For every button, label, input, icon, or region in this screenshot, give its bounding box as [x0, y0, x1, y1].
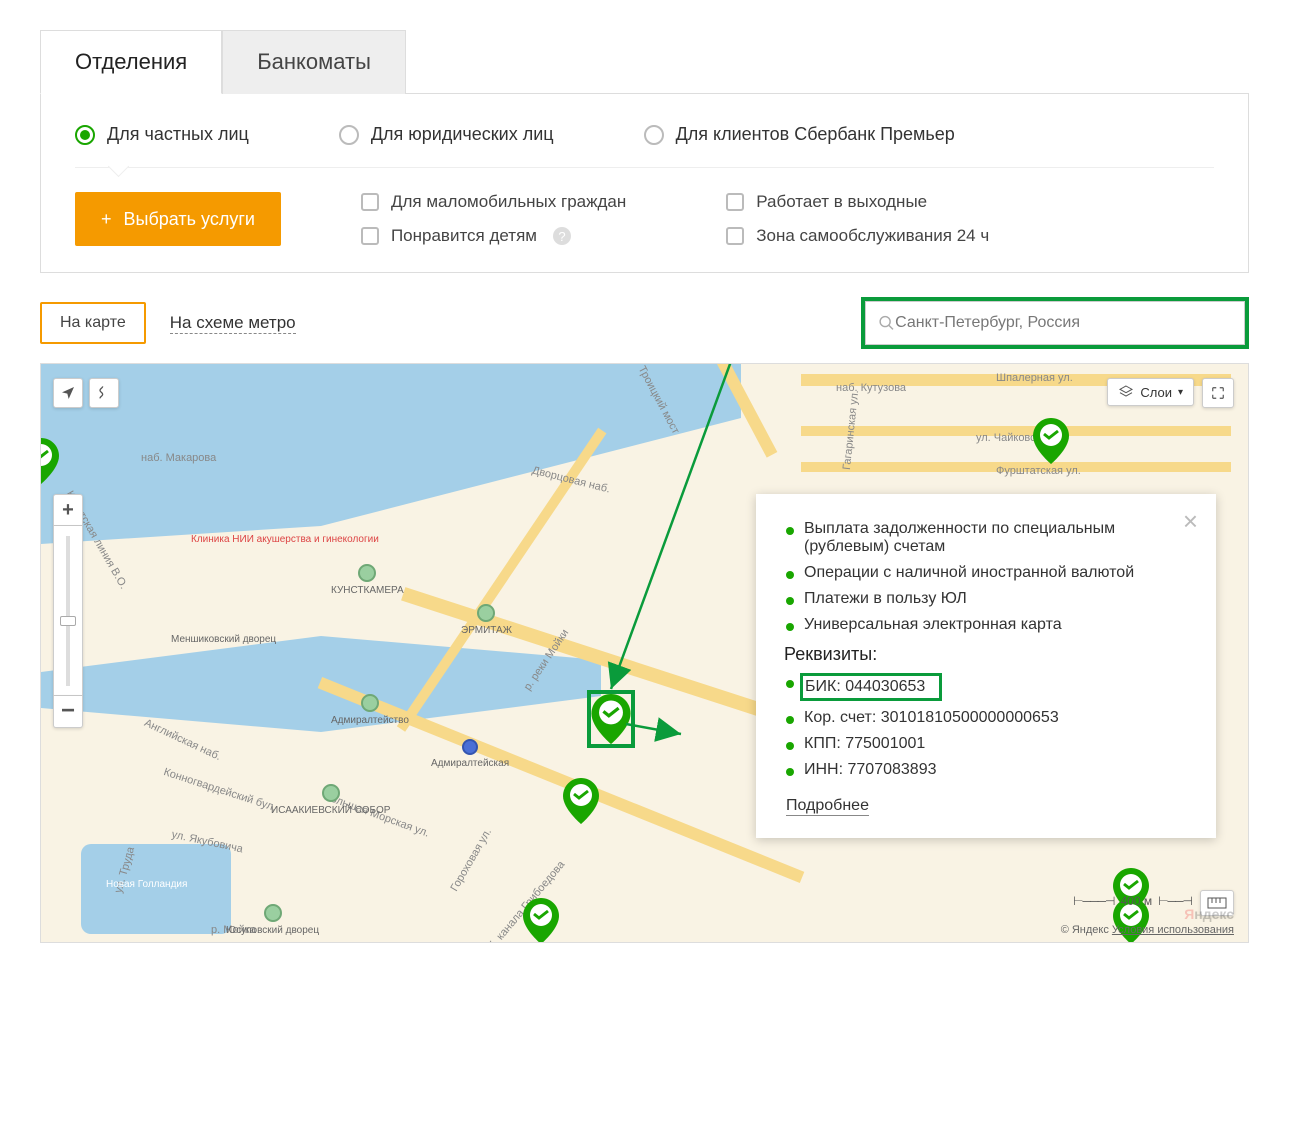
service-item: Платежи в пользу ЮЛ — [786, 590, 1186, 608]
select-services-button[interactable]: + Выбрать услуги — [75, 192, 281, 246]
zoom-out-button[interactable]: − — [53, 696, 83, 728]
poi-yusupov: Юсуповский дворец — [226, 925, 319, 936]
map-attribution: © Яндекс Условия использования — [1061, 924, 1234, 936]
requisites-list: БИК: 044030653 Кор. счет: 30101810500000… — [786, 673, 1186, 779]
service-item: Выплата задолженности по специальным (ру… — [786, 520, 1186, 556]
street-label: Гороховая ул. — [448, 826, 494, 893]
branch-popup: × Выплата задолженности по специальным (… — [756, 494, 1216, 838]
service-item: Операции с наличной иностранной валютой — [786, 564, 1186, 582]
poi-kunstkamera: КУНСТКАМЕРА — [331, 585, 404, 596]
radio-private[interactable]: Для частных лиц — [75, 124, 249, 145]
radio-icon — [339, 125, 359, 145]
street-label: Фурштатская ул. — [996, 465, 1081, 477]
checkbox-icon — [361, 227, 379, 245]
check-kids-friendly[interactable]: Понравится детям ? — [361, 226, 626, 246]
expand-icon — [1211, 386, 1225, 400]
poi-icon — [358, 564, 376, 582]
poi-newholland: Новая Голландия — [106, 879, 187, 890]
map-frame[interactable]: наб. Макарова Дворцовая наб. наб. Кутузо… — [40, 363, 1249, 943]
help-icon[interactable]: ? — [553, 227, 571, 245]
fullscreen-button[interactable] — [1202, 378, 1234, 408]
requisite-kor: Кор. счет: 30101810500000000653 — [786, 709, 1186, 727]
radio-premier-label: Для клиентов Сбербанк Премьер — [676, 124, 955, 145]
checkbox-icon — [361, 193, 379, 211]
check-open-weekends[interactable]: Работает в выходные — [726, 192, 989, 212]
check-kids-friendly-label: Понравится детям — [391, 226, 537, 246]
bik-highlight: БИК: 044030653 — [800, 673, 942, 701]
branch-pin[interactable] — [40, 438, 59, 484]
poi-admiralty: Адмиралтейство — [331, 715, 409, 726]
street-label: Конногвардейский бул. — [162, 766, 278, 814]
branch-pin[interactable] — [523, 898, 559, 943]
metro-icon — [462, 739, 478, 755]
poi-clinic: Клиника НИИ акушерства и гинекологии — [191, 534, 379, 545]
filter-panel: Для частных лиц Для юридических лиц Для … — [40, 93, 1249, 273]
radio-legal[interactable]: Для юридических лиц — [339, 124, 554, 145]
branch-pin[interactable] — [563, 778, 599, 824]
search-icon — [878, 314, 895, 332]
tab-atms[interactable]: Банкоматы — [222, 30, 406, 94]
radio-icon — [644, 125, 664, 145]
street-label: Шпалерная ул. — [996, 372, 1073, 384]
check-low-mobility-label: Для маломобильных граждан — [391, 192, 626, 212]
street-label: Английская наб. — [142, 717, 222, 763]
view-on-map-button[interactable]: На карте — [40, 302, 146, 344]
yandex-logo: Яндекс — [1184, 906, 1234, 922]
poi-menshikov: Меншиковский дворец — [171, 634, 276, 645]
poi-isaac: ИСААКИЕВСКИЙ СОБОР — [271, 805, 390, 816]
zoom-slider-handle[interactable] — [60, 616, 76, 626]
route-icon — [96, 385, 112, 401]
tab-branches[interactable]: Отделения — [40, 30, 222, 94]
poi-hermitage: ЭРМИТАЖ — [461, 625, 512, 636]
layers-label: Слои — [1140, 385, 1172, 400]
street-label: наб. Макарова — [141, 452, 216, 464]
layers-icon — [1118, 384, 1134, 400]
requisite-inn: ИНН: 7707083893 — [786, 761, 1186, 779]
scale-label: 400 м — [1120, 894, 1152, 908]
radio-private-label: Для частных лиц — [107, 124, 249, 145]
zoom-in-button[interactable]: + — [53, 494, 83, 526]
search-input[interactable] — [895, 314, 1232, 332]
checkbox-icon — [726, 193, 744, 211]
client-type-radios: Для частных лиц Для юридических лиц Для … — [75, 124, 1214, 168]
radio-legal-label: Для юридических лиц — [371, 124, 554, 145]
check-open-weekends-label: Работает в выходные — [756, 192, 927, 212]
poi-icon — [264, 904, 282, 922]
requisites-title: Реквизиты: — [784, 644, 1186, 665]
plus-icon: + — [101, 209, 112, 230]
route-button[interactable] — [89, 378, 119, 408]
location-arrow-icon — [60, 385, 76, 401]
requisite-kpp: КПП: 775001001 — [786, 735, 1186, 753]
radio-icon — [75, 125, 95, 145]
branch-pin[interactable] — [1033, 418, 1069, 464]
check-self-service-24-label: Зона самообслуживания 24 ч — [756, 226, 989, 246]
poi-icon — [322, 784, 340, 802]
terms-link[interactable]: Условия использования — [1112, 924, 1234, 936]
poi-admiralteyskaya: Адмиралтейская — [431, 758, 509, 769]
select-services-label: Выбрать услуги — [124, 209, 255, 230]
chevron-down-icon: ▾ — [1178, 387, 1183, 398]
requisite-bik: БИК: 044030653 — [786, 673, 1186, 701]
services-list: Выплата задолженности по специальным (ру… — [786, 520, 1186, 634]
search-box[interactable] — [865, 301, 1245, 345]
poi-icon — [361, 694, 379, 712]
street-label: наб. Кутузова — [836, 382, 906, 394]
check-low-mobility[interactable]: Для маломобильных граждан — [361, 192, 626, 212]
search-highlight-box — [861, 297, 1249, 349]
geolocate-button[interactable] — [53, 378, 83, 408]
scale-bar: ⊢───⊣ 400 м ⊢──⊣ — [1073, 894, 1192, 908]
zoom-slider[interactable] — [53, 526, 83, 696]
poi-icon — [477, 604, 495, 622]
checkbox-icon — [726, 227, 744, 245]
service-item: Универсальная электронная карта — [786, 616, 1186, 634]
branch-pin-selected[interactable] — [589, 692, 633, 746]
attribution-prefix: © Яндекс — [1061, 924, 1109, 936]
radio-premier[interactable]: Для клиентов Сбербанк Премьер — [644, 124, 955, 145]
view-metro-scheme-link[interactable]: На схеме метро — [170, 313, 296, 334]
more-link[interactable]: Подробнее — [786, 797, 869, 816]
check-self-service-24[interactable]: Зона самообслуживания 24 ч — [726, 226, 989, 246]
layers-button[interactable]: Слои ▾ — [1107, 378, 1194, 406]
